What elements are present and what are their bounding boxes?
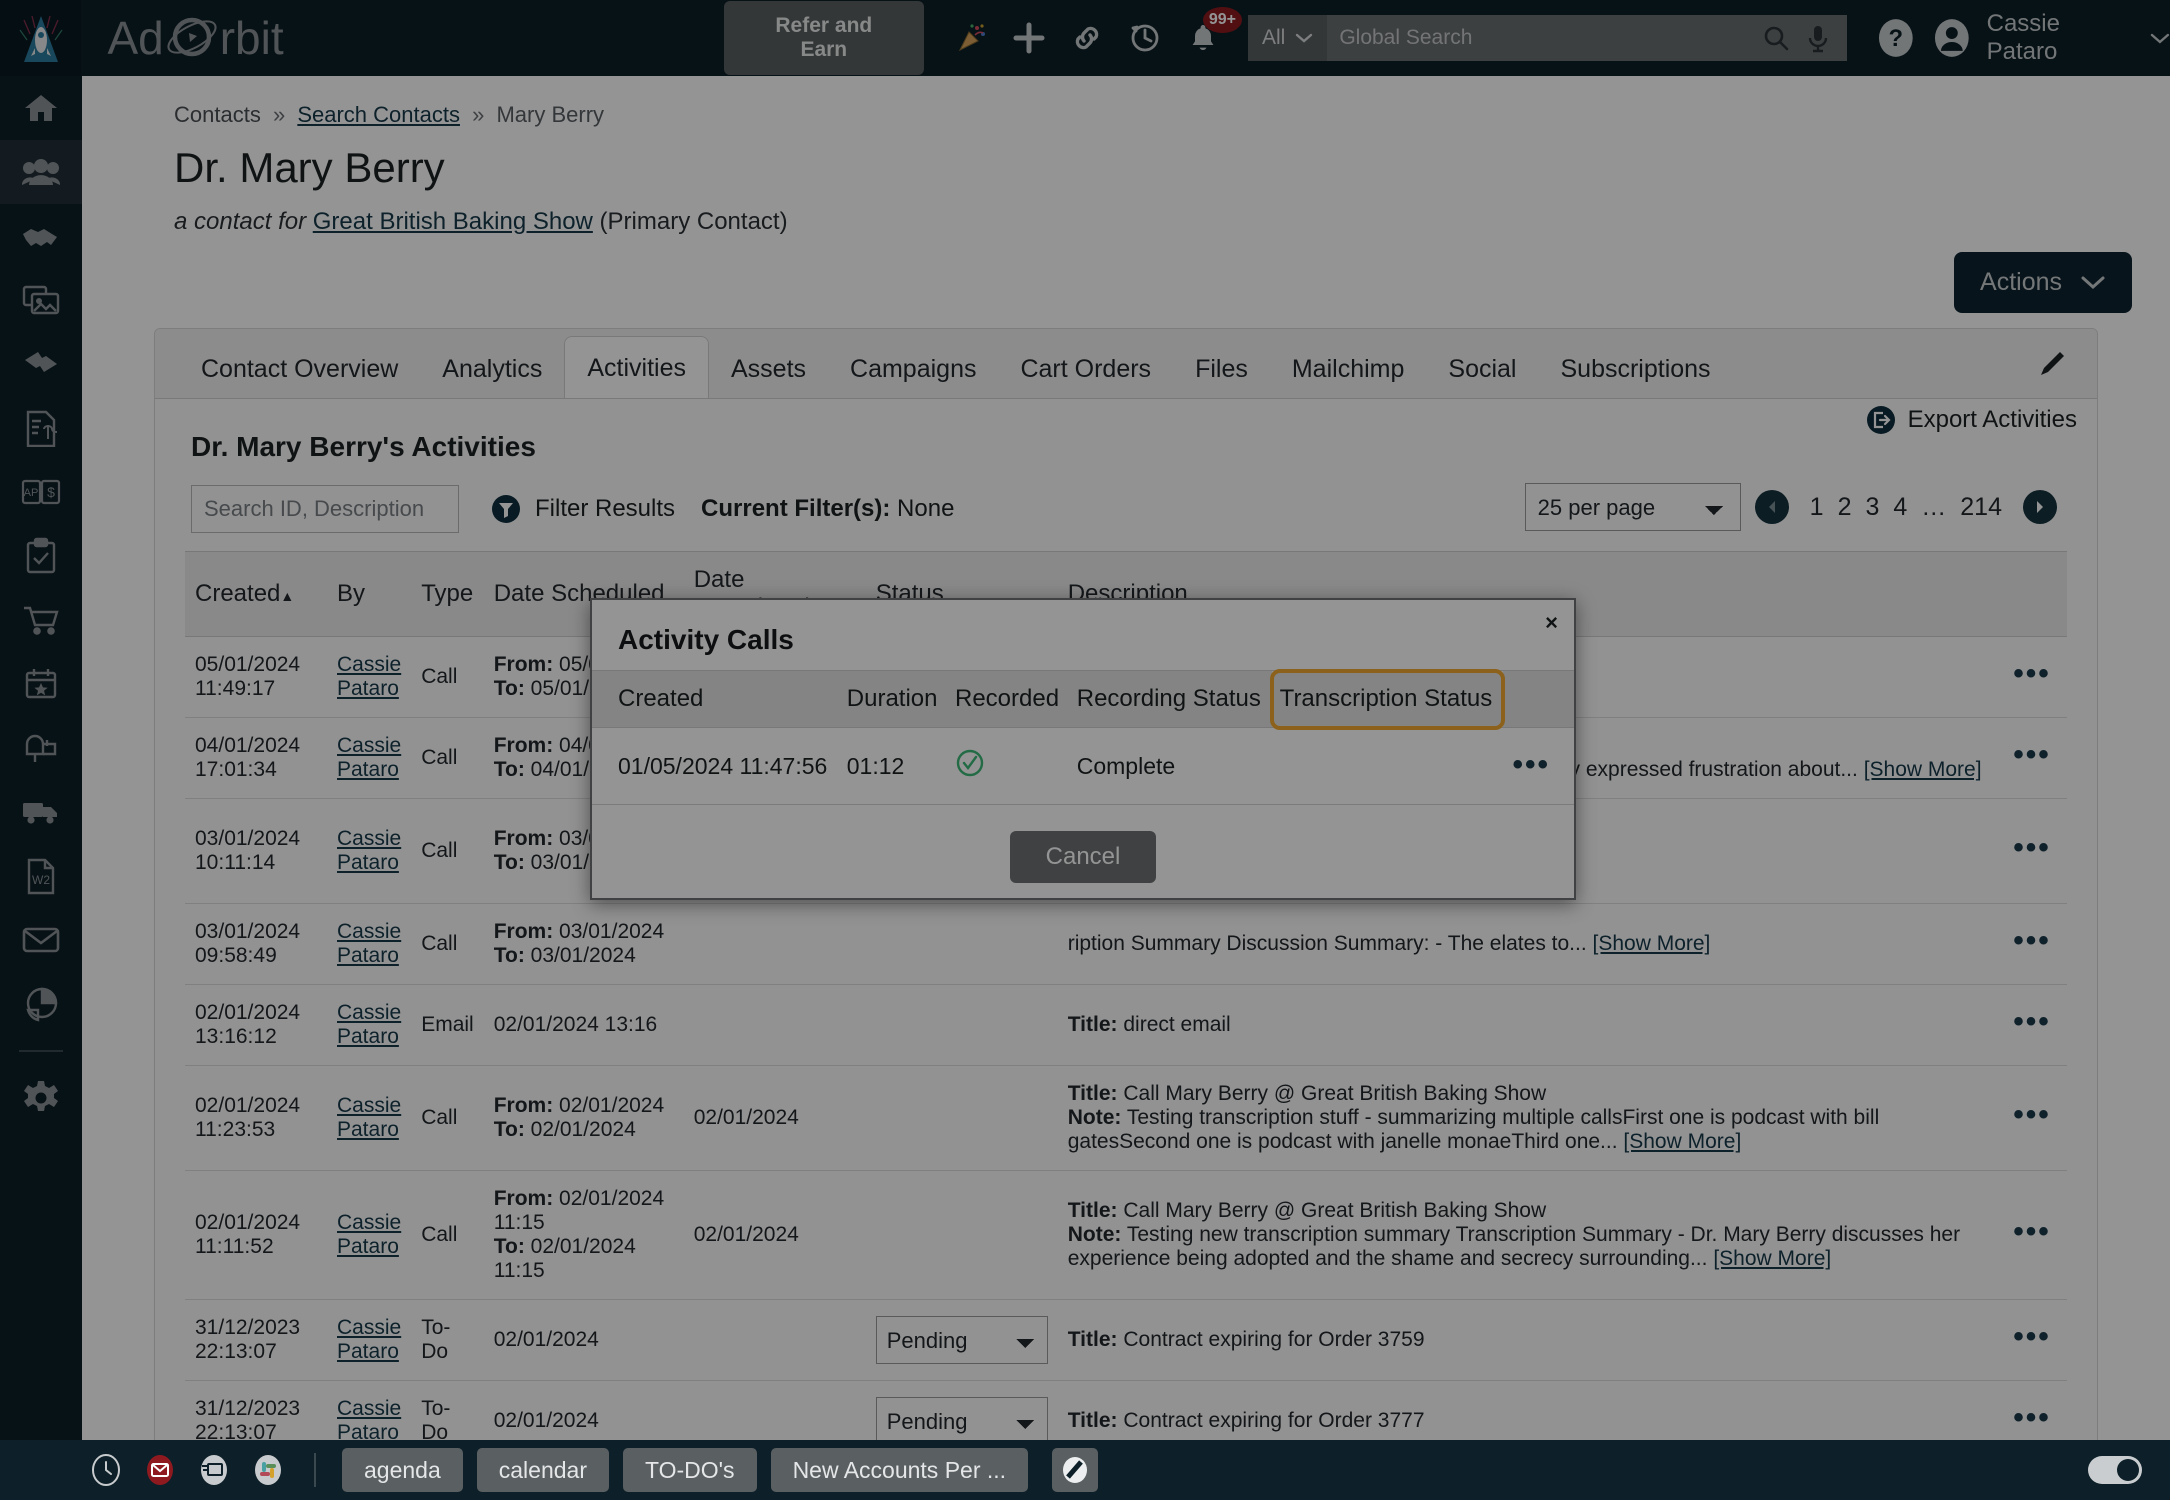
taskbar-button-calendar[interactable]: calendar [476,1448,609,1492]
taskbar-button-new-accounts-per-[interactable]: New Accounts Per ... [770,1448,1029,1492]
app-root: Ad rbit Refer and Earn 99+ All Global Se… [0,0,2170,1500]
taskbar-button-group: agenda calendar TO-DO's New Accounts Per ..… [342,1448,1029,1492]
clock-icon[interactable] [86,1450,126,1490]
mail-read-icon[interactable] [194,1450,234,1490]
taskbar-button-to-do-s[interactable]: TO-DO's [622,1448,757,1492]
bottom-taskbar: agenda calendar TO-DO's New Accounts Per ..… [0,1440,2170,1500]
pencil-icon[interactable] [1052,1448,1099,1492]
mail-alert-icon[interactable] [140,1450,180,1490]
modal-overlay[interactable] [0,0,2170,1500]
taskbar-divider [314,1453,316,1487]
slack-icon[interactable] [248,1450,288,1490]
taskbar-toggle[interactable] [2088,1456,2142,1484]
taskbar-button-agenda[interactable]: agenda [342,1448,463,1492]
